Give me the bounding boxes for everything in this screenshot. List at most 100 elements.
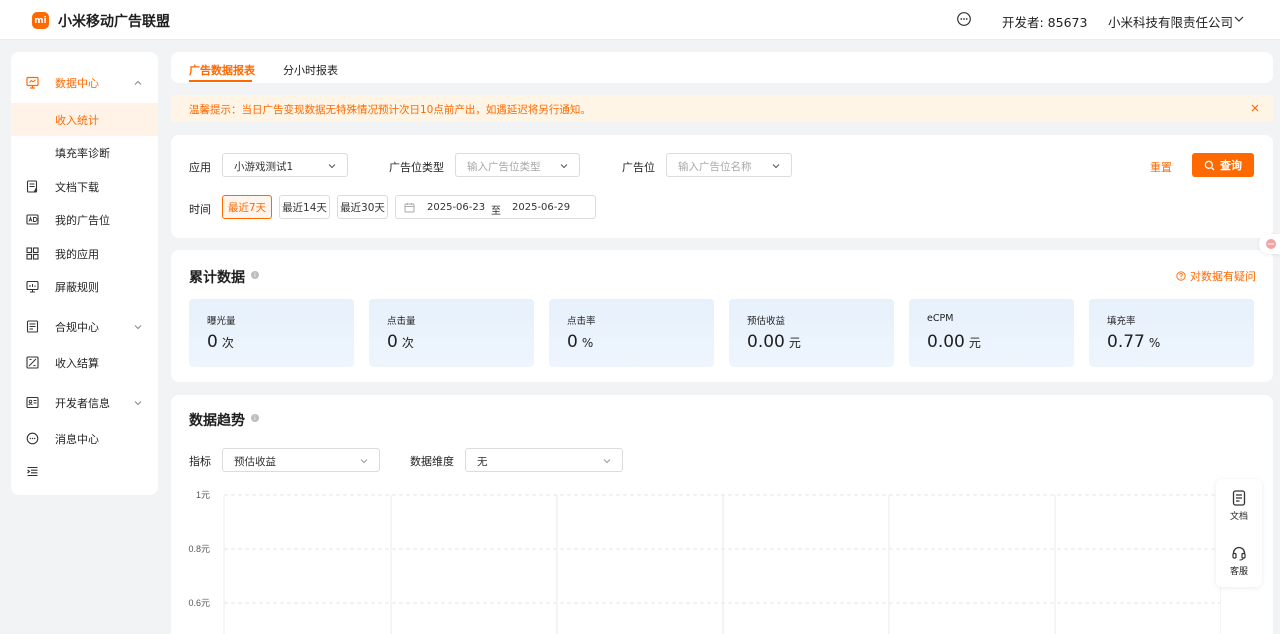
sidebar-item-revenue-stats[interactable]: 收入统计 [11, 103, 158, 136]
sidebar-item-label: 收入统计 [55, 113, 99, 127]
stat-value-row: 0.00 元 [927, 332, 981, 352]
chevron-down-icon [134, 400, 142, 405]
chevron-down-icon [603, 459, 611, 464]
dimension-select-value: 无 [477, 456, 488, 468]
floating-help-panel: 文档 客服 [1216, 479, 1262, 587]
stat-value: 0 [207, 332, 218, 352]
time-label: 时间 [189, 203, 211, 216]
search-icon [1204, 160, 1215, 170]
metric-label: 指标 [189, 455, 211, 468]
company-switcher[interactable]: 小米科技有限责任公司 [1108, 12, 1233, 31]
stat-value-row: 0次 [207, 332, 234, 352]
sidebar-item-message-center[interactable]: 消息中心 [11, 422, 158, 455]
app-select[interactable]: 小游戏测试1 [222, 153, 348, 177]
stat-card-ctr: 点击率 0% [549, 299, 714, 367]
trend-title: 数据趋势 [189, 413, 245, 429]
stat-value-row: 0% [567, 332, 593, 352]
stat-label: eCPM [927, 313, 954, 324]
sidebar-item-label: 收入结算 [55, 356, 99, 370]
sidebar-item-fill-rate-diagnosis[interactable]: 填充率诊断 [11, 136, 158, 169]
slot-type-placeholder: 输入广告位类型 [467, 161, 541, 173]
sidebar-item-compliance-center[interactable]: 合规中心 [11, 310, 158, 343]
chevron-down-icon [560, 164, 568, 169]
tab-hourly-report[interactable]: 分小时报表 [283, 62, 338, 78]
info-icon[interactable]: i [251, 414, 259, 422]
stat-label: 预估收益 [747, 316, 786, 327]
sidebar-item-label: 数据中心 [55, 76, 99, 90]
sidebar-item-label: 文档下载 [55, 180, 99, 194]
sidebar-item-block-rules[interactable]: 屏蔽规则 [11, 270, 158, 303]
question-icon [1176, 271, 1186, 281]
stat-value: 0.77 [1107, 332, 1145, 352]
sidebar-item-developer-info[interactable]: 开发者信息 [11, 386, 158, 419]
docs-shortcut[interactable]: 文档 [1216, 490, 1262, 522]
ad-slot-icon [26, 214, 39, 225]
monitor-icon [26, 76, 39, 89]
active-tab-indicator [189, 80, 252, 82]
tab-ad-data-report[interactable]: 广告数据报表 [189, 62, 255, 78]
collapse-menu-icon[interactable] [26, 465, 39, 478]
chevron-down-icon[interactable] [1233, 13, 1245, 25]
sidebar-item-label: 我的应用 [55, 247, 99, 261]
stat-card-fill-rate: 填充率 0.77% [1089, 299, 1254, 367]
chat-icon [26, 432, 39, 445]
slot-label: 广告位 [622, 161, 655, 174]
document-icon [1232, 490, 1246, 506]
dimension-select[interactable]: 无 [465, 448, 623, 472]
time-option-30d[interactable]: 最近30天 [337, 195, 388, 219]
reset-button[interactable]: 重置 [1150, 159, 1172, 175]
data-question-text: 对数据有疑问 [1190, 270, 1256, 283]
feedback-bubble[interactable] [1259, 234, 1280, 254]
docs-label: 文档 [1229, 512, 1248, 522]
document-download-icon [26, 180, 38, 193]
data-question-link[interactable]: 对数据有疑问 [1176, 268, 1256, 284]
sidebar-item-doc-download[interactable]: 文档下载 [11, 170, 158, 203]
close-icon[interactable] [1250, 103, 1260, 113]
sidebar-item-revenue-settlement[interactable]: 收入结算 [11, 346, 158, 379]
chevron-down-icon [328, 164, 336, 169]
app-title[interactable]: 小米移动广告联盟 [58, 11, 170, 31]
stat-unit: 次 [401, 336, 414, 350]
message-icon[interactable] [956, 11, 972, 27]
query-button[interactable]: 查询 [1192, 153, 1254, 177]
metric-select[interactable]: 预估收益 [222, 448, 380, 472]
info-icon[interactable]: i [251, 271, 259, 279]
chevron-down-icon [134, 324, 142, 329]
date-range-picker[interactable]: 2025-06-23 至 2025-06-29 [395, 195, 596, 219]
notice-banner: 温馨提示：当日广告变现数据无特殊情况预计次日10点前产出，如遇延迟将另行通知。 [171, 95, 1273, 122]
apps-grid-icon [26, 247, 39, 260]
sidebar-item-my-ad-slots[interactable]: 我的广告位 [11, 203, 158, 236]
shield-rule-icon [26, 280, 39, 293]
stat-unit: % [1148, 336, 1161, 350]
time-option-7d[interactable]: 最近7天 [222, 195, 272, 219]
slot-type-select[interactable]: 输入广告位类型 [455, 153, 580, 177]
sidebar-item-label: 合规中心 [55, 320, 99, 334]
stat-label: 点击率 [567, 316, 596, 327]
sidebar-item-label: 消息中心 [55, 432, 99, 446]
app-label: 应用 [189, 161, 211, 174]
stat-value-row: 0.00 元 [747, 332, 801, 352]
compliance-icon [26, 320, 39, 333]
customer-service-shortcut[interactable]: 客服 [1216, 545, 1262, 577]
sidebar-item-my-apps[interactable]: 我的应用 [11, 237, 158, 270]
report-tabs: 广告数据报表 分小时报表 [171, 52, 1273, 83]
sidebar-collapse-toggle[interactable] [11, 455, 158, 488]
slot-placeholder: 输入广告位名称 [678, 161, 752, 173]
sidebar: 数据中心 收入统计 填充率诊断 文档下载 我的广告位 我的应用 屏蔽规则 合规中… [11, 52, 158, 495]
sidebar-item-label: 填充率诊断 [55, 146, 110, 160]
sidebar-item-data-center[interactable]: 数据中心 [11, 66, 158, 99]
stat-card-est-revenue: 预估收益 0.00 元 [729, 299, 894, 367]
stat-value: 0.00 [747, 332, 785, 352]
stat-card-clicks: 点击量 0次 [369, 299, 534, 367]
stat-unit: 元 [788, 336, 801, 350]
date-end: 2025-06-29 [512, 202, 571, 213]
filter-panel [171, 135, 1273, 238]
slot-select[interactable]: 输入广告位名称 [666, 153, 792, 177]
mi-logo[interactable]: mi [32, 12, 49, 29]
slot-type-label: 广告位类型 [389, 161, 444, 174]
headset-icon [1232, 546, 1246, 561]
notice-text: 温馨提示：当日广告变现数据无特殊情况预计次日10点前产出，如遇延迟将另行通知。 [189, 104, 591, 116]
trend-chart: 1元 0.8元 0.6元 [188, 490, 1221, 634]
y-tick-label: 0.6元 [188, 598, 210, 608]
time-option-14d[interactable]: 最近14天 [279, 195, 330, 219]
